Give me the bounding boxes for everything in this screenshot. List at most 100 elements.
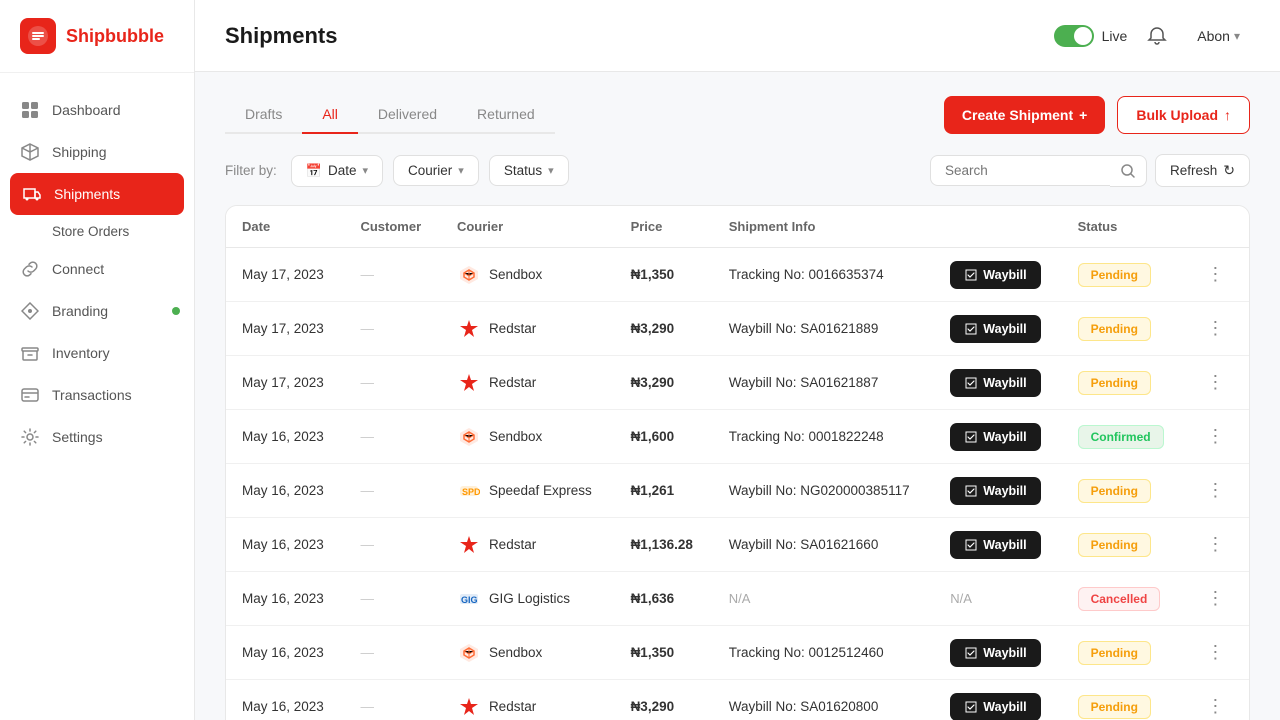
waybill-button[interactable]: Waybill xyxy=(950,315,1040,343)
create-shipment-button[interactable]: Create Shipment + xyxy=(944,96,1105,134)
sidebar-label-transactions: Transactions xyxy=(52,387,132,403)
cell-more: ⋮ xyxy=(1184,410,1249,464)
cell-waybill-action: Waybill xyxy=(934,356,1061,410)
cell-price: ₦3,290 xyxy=(615,356,713,410)
waybill-button[interactable]: Waybill xyxy=(950,369,1040,397)
cell-courier: Sendbox xyxy=(441,248,615,302)
tab-all[interactable]: All xyxy=(302,96,358,134)
waybill-button[interactable]: Waybill xyxy=(950,477,1040,505)
cell-shipment-info: Waybill No: SA01621660 xyxy=(713,518,935,572)
sidebar-item-transactions[interactable]: Transactions xyxy=(0,374,194,416)
status-filter-button[interactable]: Status ▾ xyxy=(489,155,569,186)
courier-name: Redstar xyxy=(489,699,536,714)
tab-delivered[interactable]: Delivered xyxy=(358,96,457,134)
courier-name: Redstar xyxy=(489,537,536,552)
sidebar-item-store-orders[interactable]: Store Orders xyxy=(0,215,194,248)
cell-date: May 17, 2023 xyxy=(226,302,344,356)
cell-date: May 16, 2023 xyxy=(226,572,344,626)
cell-more: ⋮ xyxy=(1184,680,1249,720)
nav-items: Dashboard Shipping Shipments xyxy=(0,73,194,720)
status-badge: Pending xyxy=(1078,533,1151,557)
col-shipment-info: Shipment Info xyxy=(713,206,935,248)
cell-customer: — xyxy=(344,302,440,356)
status-filter-label: Status xyxy=(504,163,542,178)
create-shipment-label: Create Shipment xyxy=(962,107,1073,123)
courier-logo xyxy=(457,371,481,395)
main-area: Shipments Live Abon ▾ xyxy=(195,0,1280,720)
notification-bell-icon[interactable] xyxy=(1143,22,1171,50)
col-courier: Courier xyxy=(441,206,615,248)
more-options-button[interactable]: ⋮ xyxy=(1200,584,1230,613)
refresh-button[interactable]: Refresh ↻ xyxy=(1155,154,1250,187)
live-switch[interactable] xyxy=(1054,25,1094,47)
waybill-button[interactable]: Waybill xyxy=(950,423,1040,451)
more-options-button[interactable]: ⋮ xyxy=(1200,530,1230,559)
more-options-button[interactable]: ⋮ xyxy=(1200,260,1230,289)
page-title: Shipments xyxy=(225,23,337,49)
sidebar-item-connect[interactable]: Connect xyxy=(0,248,194,290)
cell-price: ₦3,290 xyxy=(615,302,713,356)
col-action xyxy=(934,206,1061,248)
logo-area: Shipbubble xyxy=(0,0,194,73)
cell-more: ⋮ xyxy=(1184,464,1249,518)
cell-courier: Redstar xyxy=(441,518,615,572)
waybill-button[interactable]: Waybill xyxy=(950,261,1040,289)
sidebar: Shipbubble Dashboard Shipping xyxy=(0,0,195,720)
search-box: Refresh ↻ xyxy=(930,154,1250,187)
tag-icon xyxy=(20,301,40,321)
chevron-down-icon: ▾ xyxy=(362,164,368,177)
sidebar-item-inventory[interactable]: Inventory xyxy=(0,332,194,374)
more-options-button[interactable]: ⋮ xyxy=(1200,422,1230,451)
more-options-button[interactable]: ⋮ xyxy=(1200,368,1230,397)
search-icon-button[interactable] xyxy=(1110,155,1147,187)
sidebar-item-shipping[interactable]: Shipping xyxy=(0,131,194,173)
logo-icon xyxy=(20,18,56,54)
live-toggle[interactable]: Live xyxy=(1054,25,1128,47)
grid-icon xyxy=(20,100,40,120)
more-options-button[interactable]: ⋮ xyxy=(1200,692,1230,720)
sidebar-item-settings[interactable]: Settings xyxy=(0,416,194,458)
cell-status: Pending xyxy=(1062,302,1185,356)
sidebar-label-connect: Connect xyxy=(52,261,104,277)
na-shipment-info: N/A xyxy=(729,591,751,606)
cell-status: Pending xyxy=(1062,356,1185,410)
cell-more: ⋮ xyxy=(1184,248,1249,302)
cell-status: Cancelled xyxy=(1062,572,1185,626)
courier-name: Sendbox xyxy=(489,429,542,444)
sidebar-item-shipments[interactable]: Shipments xyxy=(10,173,184,215)
more-options-button[interactable]: ⋮ xyxy=(1200,476,1230,505)
bulk-upload-button[interactable]: Bulk Upload ↑ xyxy=(1117,96,1250,134)
cell-price: ₦1,136.28 xyxy=(615,518,713,572)
logo-text: Shipbubble xyxy=(66,26,164,47)
sidebar-item-branding[interactable]: Branding xyxy=(0,290,194,332)
waybill-button[interactable]: Waybill xyxy=(950,639,1040,667)
courier-filter-button[interactable]: Courier ▾ xyxy=(393,155,479,186)
cell-waybill-action: Waybill xyxy=(934,464,1061,518)
sidebar-item-dashboard[interactable]: Dashboard xyxy=(0,89,194,131)
status-badge: Pending xyxy=(1078,641,1151,665)
sidebar-label-settings: Settings xyxy=(52,429,103,445)
more-options-button[interactable]: ⋮ xyxy=(1200,314,1230,343)
cell-status: Confirmed xyxy=(1062,410,1185,464)
courier-name: Sendbox xyxy=(489,267,542,282)
search-input[interactable] xyxy=(930,155,1110,186)
waybill-button[interactable]: Waybill xyxy=(950,693,1040,720)
tab-returned[interactable]: Returned xyxy=(457,96,555,134)
courier-logo xyxy=(457,533,481,557)
table-row: May 16, 2023 — Sendbox ₦1,350 Tracking N… xyxy=(226,626,1249,680)
more-options-button[interactable]: ⋮ xyxy=(1200,638,1230,667)
shipment-info-text: Waybill No: SA01621889 xyxy=(729,321,879,336)
cell-more: ⋮ xyxy=(1184,356,1249,410)
cell-waybill-action: Waybill xyxy=(934,680,1061,720)
bulk-upload-label: Bulk Upload xyxy=(1136,107,1218,123)
cell-more: ⋮ xyxy=(1184,626,1249,680)
cell-status: Pending xyxy=(1062,626,1185,680)
user-menu[interactable]: Abon ▾ xyxy=(1187,22,1250,50)
date-filter-button[interactable]: 📅 Date ▾ xyxy=(291,155,383,187)
link-icon xyxy=(20,259,40,279)
user-label: Abon xyxy=(1197,28,1230,44)
tab-drafts[interactable]: Drafts xyxy=(225,96,302,134)
status-badge: Cancelled xyxy=(1078,587,1161,611)
cell-courier: Redstar xyxy=(441,302,615,356)
waybill-button[interactable]: Waybill xyxy=(950,531,1040,559)
